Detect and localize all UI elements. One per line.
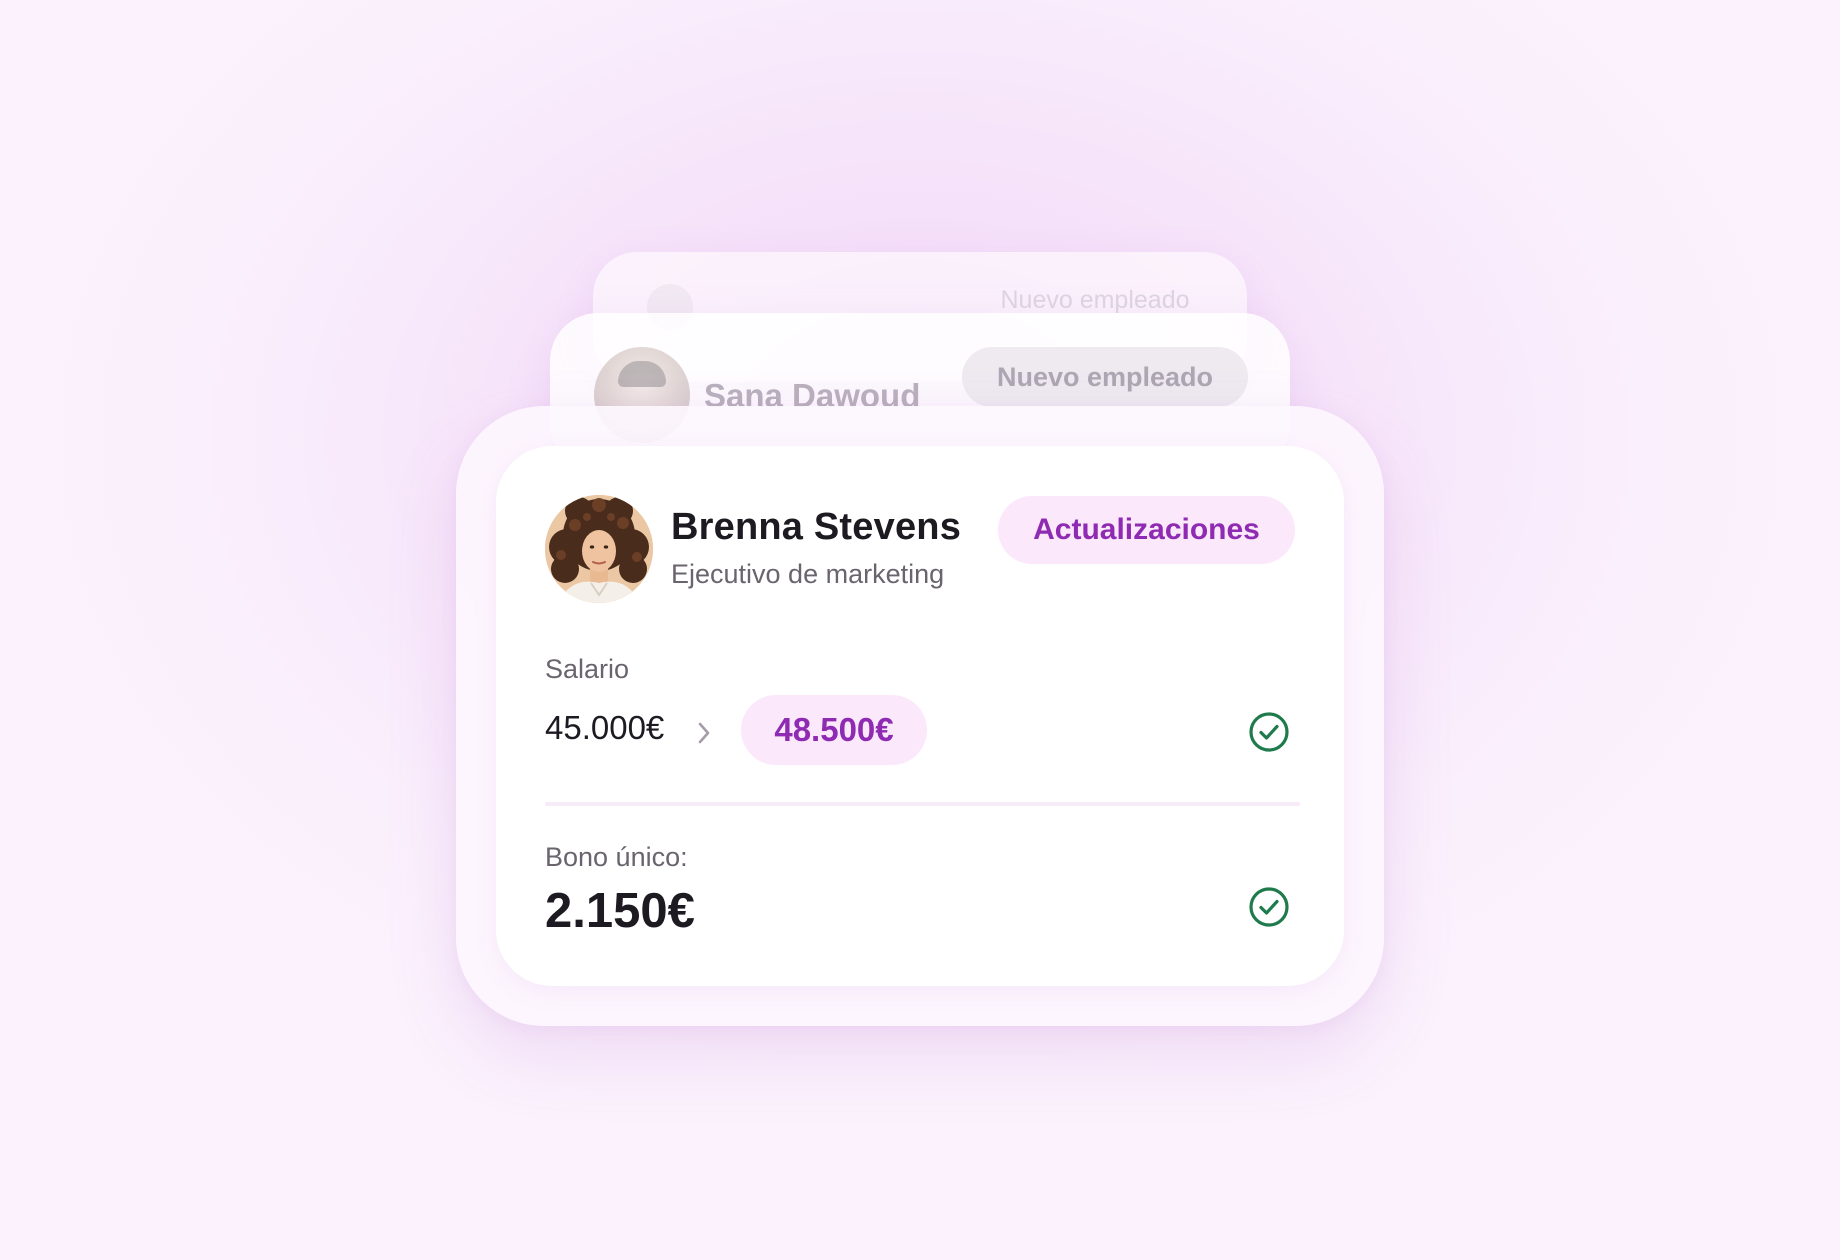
updates-badge[interactable]: Actualizaciones (998, 496, 1295, 564)
salary-label: Salario (545, 654, 630, 684)
bonus-value: 2.150€ (545, 884, 695, 938)
salary-new-value: 48.500€ (741, 695, 927, 765)
employee-card-body: Brenna Stevens Ejecutivo de marketing Ac… (496, 446, 1344, 986)
check-circle-icon (1249, 712, 1289, 752)
chevron-right-icon (698, 722, 710, 744)
salary-old-value: 45.000€ (545, 709, 665, 746)
employee-role: Ejecutivo de marketing (671, 559, 945, 589)
employee-card: Brenna Stevens Ejecutivo de marketing Ac… (456, 406, 1384, 1026)
divider (545, 802, 1300, 806)
bonus-label: Bono único: (545, 842, 688, 872)
check-circle-icon (1249, 887, 1289, 927)
status-badge: Nuevo empleado (962, 347, 1248, 407)
avatar (545, 495, 653, 603)
employee-name: Brenna Stevens (671, 506, 962, 548)
